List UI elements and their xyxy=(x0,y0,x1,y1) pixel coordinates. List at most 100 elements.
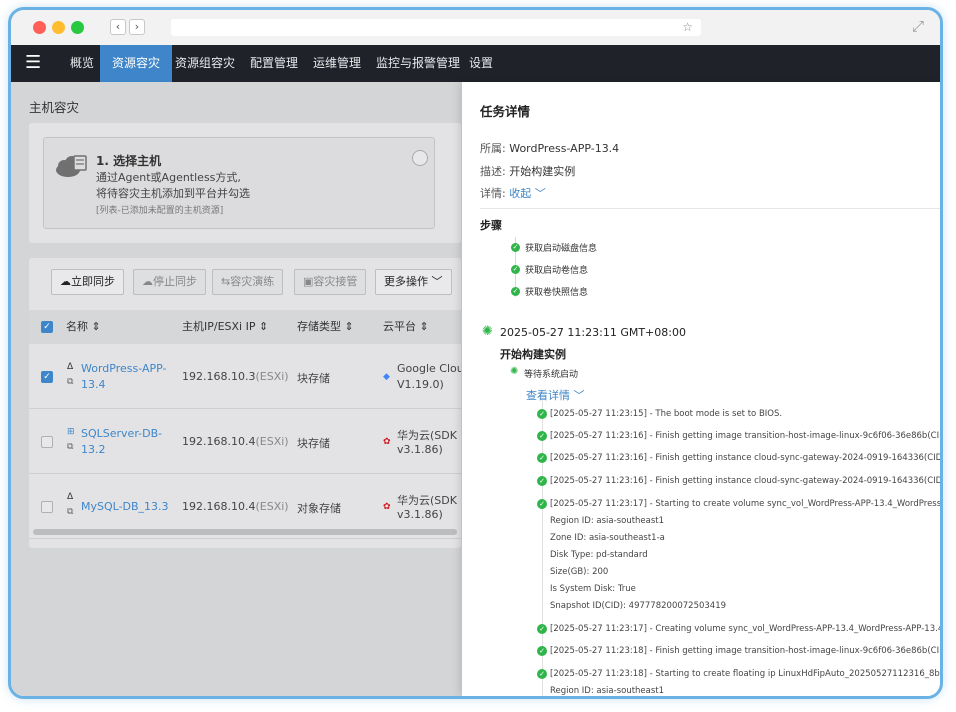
cloud-platform-version: v3.1.86) xyxy=(397,443,443,456)
dr-drill-button[interactable]: ⇆容灾演练 xyxy=(212,269,284,295)
nav-item-settings[interactable]: 设置 xyxy=(457,45,505,82)
cloud-platform-version: v3.1.86) xyxy=(397,508,443,521)
step-description-line1: 通过Agent或Agentless方式, xyxy=(96,171,241,184)
table-row[interactable]: ✓ Δ ⧉ WordPress-APP- 13.4 192.168.10.3(E… xyxy=(29,344,461,409)
log-entry: [2025-05-27 11:23:16] - Finish getting i… xyxy=(550,453,940,463)
success-icon: ✓ xyxy=(511,243,520,252)
log-entry: [2025-05-27 11:23:18] - Starting to crea… xyxy=(550,669,940,679)
belongs-row: 所属: WordPress-APP-13.4 xyxy=(480,142,620,155)
minimize-window-button[interactable] xyxy=(52,21,65,34)
step-item: 获取卷快照信息 xyxy=(525,288,589,298)
col-name[interactable]: 名称 ⇕ xyxy=(66,310,101,344)
volume-detail: Is System Disk: True xyxy=(550,584,636,594)
success-icon: ✓ xyxy=(537,409,547,419)
log-entry: [2025-05-27 11:23:18] - Finish getting i… xyxy=(550,646,940,656)
success-icon: ✓ xyxy=(537,453,547,463)
loading-spinner-icon: ✺ xyxy=(510,366,519,377)
host-ip: 192.168.10.4(ESXi) xyxy=(182,435,289,448)
cloud-platform: 华为云(SDK xyxy=(397,494,457,507)
horizontal-scrollbar[interactable] xyxy=(33,529,457,535)
vm-icon: ⧉ xyxy=(67,442,74,452)
select-all-checkbox[interactable]: ✓ xyxy=(41,321,53,333)
col-storage[interactable]: 存储类型 ⇕ xyxy=(297,310,354,344)
linux-icon: Δ xyxy=(67,362,74,372)
close-window-button[interactable] xyxy=(33,21,46,34)
log-entry: [2025-05-27 11:23:16] - Finish getting i… xyxy=(550,476,940,486)
nav-item-monitoring[interactable]: 监控与报警管理 xyxy=(364,45,472,82)
col-ip[interactable]: 主机IP/ESXi IP ⇕ xyxy=(182,310,268,344)
browser-chrome: ‹ › ☆ ⤢ xyxy=(11,10,940,45)
forward-button[interactable]: › xyxy=(129,19,145,35)
row-checkbox[interactable] xyxy=(41,436,53,448)
success-icon: ✓ xyxy=(537,476,547,486)
top-navigation: ☰ 概览 资源容灾 资源组容灾 配置管理 运维管理 监控与报警管理 设置 xyxy=(11,45,940,82)
step-timestamp: 2025-05-27 11:23:11 GMT+08:00 xyxy=(500,326,686,339)
nav-item-overview[interactable]: 概览 xyxy=(58,45,106,82)
host-table-card: ☁立即同步 ☁停止同步 ⇆容灾演练 ▣容灾接管 更多操作 ﹀ ✓ 名称 ⇕ 主机… xyxy=(29,258,461,548)
cloud-host-icon xyxy=(54,152,88,180)
vm-icon: ⧉ xyxy=(67,377,74,387)
storage-type: 对象存储 xyxy=(297,502,341,515)
success-icon: ✓ xyxy=(511,287,520,296)
cloud-platform-version: V1.19.0) xyxy=(397,378,444,391)
address-bar[interactable]: ☆ xyxy=(171,19,701,36)
back-button[interactable]: ‹ xyxy=(110,19,126,35)
success-icon: ✓ xyxy=(537,499,547,509)
col-cloud[interactable]: 云平台 ⇕ xyxy=(383,310,429,344)
log-entry: [2025-05-27 11:23:15] - The boot mode is… xyxy=(550,409,783,419)
storage-type: 块存储 xyxy=(297,372,330,385)
log-entry: [2025-05-27 11:23:17] - Starting to crea… xyxy=(550,499,940,509)
log-entry: [2025-05-27 11:23:16] - Finish getting i… xyxy=(550,431,940,441)
task-detail-drawer: 任务详情 所属: WordPress-APP-13.4 描述: 开始构建实例 详… xyxy=(462,82,940,696)
nav-item-resource-dr[interactable]: 资源容灾 xyxy=(100,45,173,82)
nav-item-resource-group-dr[interactable]: 资源组容灾 xyxy=(163,45,247,82)
row-checkbox[interactable] xyxy=(41,501,53,513)
host-ip: 192.168.10.3(ESXi) xyxy=(182,370,289,383)
host-name-cont[interactable]: 13.2 xyxy=(81,443,106,456)
table-header: ✓ 名称 ⇕ 主机IP/ESXi IP ⇕ 存储类型 ⇕ 云平台 ⇕ xyxy=(29,310,461,344)
host-ip: 192.168.10.4(ESXi) xyxy=(182,500,289,513)
huawei-cloud-icon: ✿ xyxy=(383,502,391,512)
steps-heading: 步骤 xyxy=(480,219,502,232)
step-description-line2: 将待容灾主机添加到平台并勾选 xyxy=(96,187,250,200)
success-icon: ✓ xyxy=(537,646,547,656)
huawei-cloud-icon: ✿ xyxy=(383,437,391,447)
volume-detail: Size(GB): 200 xyxy=(550,567,609,577)
cloud-platform: 华为云(SDK xyxy=(397,429,457,442)
sync-now-button[interactable]: ☁立即同步 xyxy=(51,269,124,295)
table-row[interactable]: ⊞ ⧉ SQLServer-DB- 13.2 192.168.10.4(ESXi… xyxy=(29,409,461,474)
host-name[interactable]: MySQL-DB_13.3 xyxy=(81,500,169,513)
divider xyxy=(480,208,940,209)
success-icon: ✓ xyxy=(537,624,547,634)
more-actions-button[interactable]: 更多操作 ﹀ xyxy=(375,269,452,295)
select-host-option[interactable]: 1. 选择主机 通过Agent或Agentless方式, 将待容灾主机添加到平台… xyxy=(43,137,435,229)
storage-type: 块存储 xyxy=(297,437,330,450)
nav-item-config[interactable]: 配置管理 xyxy=(238,45,310,82)
host-name[interactable]: SQLServer-DB- xyxy=(81,427,162,440)
step-item: 获取启动磁盘信息 xyxy=(525,244,598,254)
stop-sync-button[interactable]: ☁停止同步 xyxy=(133,269,206,295)
dr-takeover-button[interactable]: ▣容灾接管 xyxy=(294,269,367,295)
success-icon: ✓ xyxy=(511,265,520,274)
view-details-link[interactable]: 查看详情 ﹀ xyxy=(526,387,585,403)
nav-item-ops[interactable]: 运维管理 xyxy=(301,45,373,82)
step-title: 1. 选择主机 xyxy=(96,154,162,168)
windows-icon: ⊞ xyxy=(67,427,75,437)
menu-icon[interactable]: ☰ xyxy=(25,52,41,73)
collapse-link[interactable]: 收起 ﹀ xyxy=(509,187,546,200)
drawer-title: 任务详情 xyxy=(480,104,531,119)
log-entry: [2025-05-27 11:23:17] - Creating volume … xyxy=(550,624,940,634)
select-radio[interactable] xyxy=(412,150,428,166)
host-name-cont[interactable]: 13.4 xyxy=(81,378,106,391)
linux-icon: Δ xyxy=(67,492,74,502)
maximize-window-button[interactable] xyxy=(71,21,84,34)
detail-row: 详情: 收起 ﹀ xyxy=(480,187,546,200)
host-name[interactable]: WordPress-APP- xyxy=(81,362,166,375)
volume-detail: Region ID: asia-southeast1 xyxy=(550,516,665,526)
row-checkbox[interactable]: ✓ xyxy=(41,371,53,383)
expand-icon[interactable]: ⤢ xyxy=(912,17,924,35)
bookmark-star-icon[interactable]: ☆ xyxy=(682,19,693,36)
step-item: 获取启动卷信息 xyxy=(525,266,589,276)
success-icon: ✓ xyxy=(537,669,547,679)
vm-icon: ⧉ xyxy=(67,507,74,517)
